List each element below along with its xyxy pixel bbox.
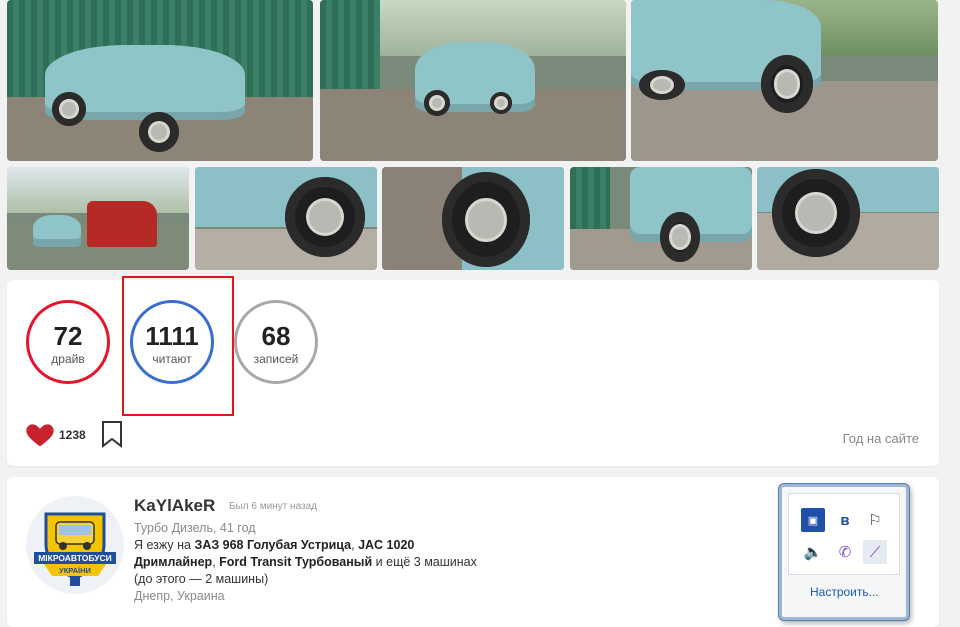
car-photo-5[interactable] [195, 167, 377, 270]
car-photo-6[interactable] [382, 167, 564, 270]
highlight-box [122, 276, 234, 416]
location: Днепр, Украина [134, 589, 225, 603]
last-seen: Был 6 минут назад [229, 501, 317, 512]
avatar-logo: МІКРОАВТОБУСИ УКРАЇНИ [34, 512, 116, 586]
avatar[interactable]: МІКРОАВТОБУСИ УКРАЇНИ [26, 496, 124, 594]
tray-icons-area: ▣ ʙ ⚐ 🔈 ✆ ⟋ [788, 493, 900, 575]
system-tray-popup: ▣ ʙ ⚐ 🔈 ✆ ⟋ Настроить... [779, 484, 909, 620]
customize-link[interactable]: Настроить... [810, 585, 879, 599]
stat-posts-label: записей [253, 352, 299, 366]
stat-drive[interactable]: 72 драйв [26, 300, 110, 384]
car-link-1[interactable]: ЗАЗ 968 Голубая Устрица [194, 538, 351, 552]
like-button[interactable]: 1238 [25, 420, 86, 450]
drives-prefix: Я езжу на [134, 538, 191, 552]
avatar-text-bottom: УКРАЇНИ [59, 566, 91, 575]
car-photo-7[interactable] [570, 167, 752, 270]
car-link-2[interactable]: JAC 1020 [358, 538, 414, 552]
stat-posts[interactable]: 68 записей [234, 300, 318, 384]
car-photo-2[interactable] [320, 0, 626, 161]
profile-line1: Турбо Дизель, 41 год [134, 521, 256, 535]
heart-icon [26, 424, 54, 447]
car-photo-1[interactable] [7, 0, 313, 161]
like-count: 1238 [59, 428, 86, 442]
profile-info: Турбо Дизель, 41 год Я езжу на ЗАЗ 968 Г… [134, 520, 554, 605]
car-link-4[interactable]: Ford Transit Турбованый [219, 555, 372, 569]
year-on-site: Год на сайте [842, 431, 919, 446]
stat-drive-value: 72 [53, 321, 83, 351]
stat-posts-value: 68 [261, 321, 291, 351]
car-photo-4[interactable] [7, 167, 189, 270]
drives-suffix: и ещё 3 машинах [375, 555, 477, 569]
speaker-icon[interactable]: 🔈 [801, 540, 825, 564]
car-photo-8[interactable] [757, 167, 939, 270]
pen-icon[interactable]: ⟋ [863, 540, 887, 564]
flag-icon[interactable]: ⚐ [863, 508, 887, 532]
bluetooth-icon[interactable]: ʙ [833, 508, 857, 532]
stat-drive-label: драйв [51, 352, 85, 366]
previous-cars: (до этого — 2 машины) [134, 572, 269, 586]
avatar-text-top: МІКРОАВТОБУСИ [38, 553, 112, 563]
bookmark-icon[interactable] [101, 420, 123, 448]
car-link-3[interactable]: Дримлайнер [134, 555, 212, 569]
display-icon[interactable]: ▣ [801, 508, 825, 532]
car-photo-3[interactable] [631, 0, 938, 161]
viber-icon[interactable]: ✆ [833, 540, 857, 564]
profile-cars: Я езжу на ЗАЗ 968 Голубая Устрица, JAC 1… [134, 538, 477, 569]
username[interactable]: KaYlAkeR [134, 496, 215, 516]
